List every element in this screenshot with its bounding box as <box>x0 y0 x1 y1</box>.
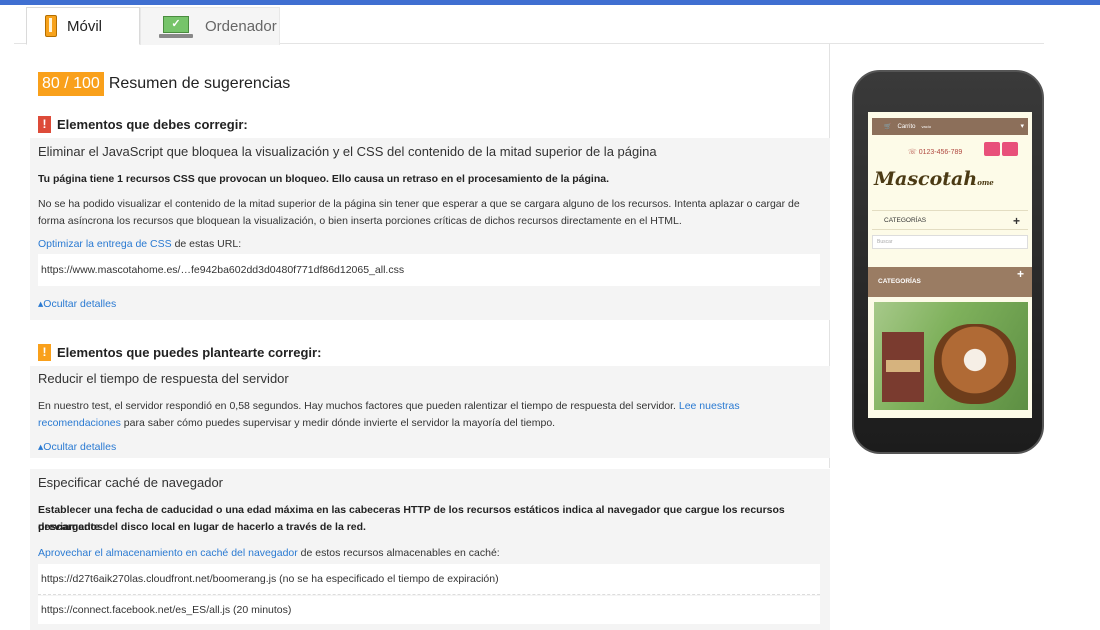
chat-icon <box>984 142 1000 156</box>
dog-food-bag-image <box>882 332 924 402</box>
rule-link-row: Optimizar la entrega de CSS de estas URL… <box>38 236 241 253</box>
preview-logo-main: Mascota <box>874 168 964 190</box>
cache-url-2: https://connect.facebook.net/es_ES/all.j… <box>38 596 820 624</box>
rule-title-cache: Especificar caché de navegador <box>38 475 224 490</box>
warning-orange-icon: ! <box>38 344 51 361</box>
user-icon <box>1002 142 1018 156</box>
rule-block-server-response: Reducir el tiempo de respuesta del servi… <box>30 366 830 458</box>
server-desc: En nuestro test, el servidor respondió e… <box>38 398 818 432</box>
boxer-dog-image <box>934 324 1016 404</box>
rule-desc-line1: No se ha podido visualizar el contenido … <box>38 198 800 210</box>
preview-search-field: Buscar <box>872 235 1028 249</box>
preview-logo-h: h <box>963 168 978 190</box>
rule-block-browser-cache: Especificar caché de navegador Establece… <box>30 468 830 630</box>
cache-summary-line2: previamente del disco local en lugar de … <box>38 521 366 533</box>
leverage-cache-link[interactable]: Aprovechar el almacenamiento en caché de… <box>38 547 298 559</box>
results-panel: 80 / 100 Resumen de sugerencias ! Elemen… <box>30 44 830 630</box>
score-badge: 80 / 100 <box>38 72 104 96</box>
server-desc-suffix: para saber cómo puedes supervisar y medi… <box>120 417 556 429</box>
preview-cart-label: Carrito <box>897 123 916 130</box>
consider-fix-heading-text: Elementos que puedes plantearte corregir… <box>57 345 322 360</box>
must-fix-heading: ! Elementos que debes corregir: <box>38 116 248 133</box>
rule-title: Eliminar el JavaScript que bloquea la vi… <box>38 144 657 159</box>
caret-down-icon: ▾ <box>1020 123 1024 130</box>
hide-details-link[interactable]: ▴Ocultar detalles <box>38 298 116 310</box>
rule-block-render-blocking: Eliminar el JavaScript que bloquea la vi… <box>30 138 830 320</box>
cache-link-row: Aprovechar el almacenamiento en caché de… <box>38 545 500 562</box>
phone-screen-preview: 🛒 Carrito vacío ▾ ☏ 0123-456-789 Mascota… <box>868 112 1032 418</box>
top-accent-bar <box>0 0 1100 5</box>
score-row: 80 / 100 Resumen de sugerencias <box>38 72 290 96</box>
device-tabs: Móvil ✓ Ordenador <box>14 7 1044 45</box>
preview-phone-text: 0123-456-789 <box>918 149 963 156</box>
hide-details-link-2[interactable]: ▴Ocultar detalles <box>38 441 116 453</box>
phone-frame: 🛒 Carrito vacío ▾ ☏ 0123-456-789 Mascota… <box>852 70 1044 454</box>
preview-cart-state: vacío <box>921 124 932 129</box>
hide-details-text: Ocultar detalles <box>43 298 117 310</box>
rule-summary: Tu página tiene 1 recursos CSS que provo… <box>38 173 610 185</box>
resource-url: https://www.mascotahome.es/…fe942ba602dd… <box>38 254 820 286</box>
cache-link-suffix: de estos recursos almacenables en caché: <box>297 547 500 559</box>
preview-categories-label: CATEGORÍAS <box>884 217 927 224</box>
tab-desktop[interactable]: ✓ Ordenador <box>140 7 280 45</box>
score-title: Resumen de sugerencias <box>108 75 291 92</box>
plus-icon-2: + <box>1016 267 1024 281</box>
laptop-icon: ✓ <box>159 15 193 38</box>
rule-title-server: Reducir el tiempo de respuesta del servi… <box>38 371 289 386</box>
phone-handset-icon: ☏ <box>908 149 919 156</box>
cart-icon: 🛒 <box>884 124 892 130</box>
preview-logo: Mascotahome <box>874 168 994 190</box>
cache-url-1: https://d27t6aik270las.cloudfront.net/bo… <box>38 564 820 595</box>
tab-desktop-label: Ordenador <box>205 18 277 35</box>
tab-mobile[interactable]: Móvil <box>26 7 140 45</box>
hide-details-text-2: Ocultar detalles <box>43 441 117 453</box>
preview-logo-end: ome <box>977 178 994 187</box>
warning-red-icon: ! <box>38 116 51 133</box>
consider-fix-heading: ! Elementos que puedes plantearte correg… <box>38 344 321 361</box>
tab-mobile-label: Móvil <box>67 17 103 35</box>
preview-dog-banner-image <box>874 302 1028 410</box>
read-recommendations-link-2[interactable]: recomendaciones <box>38 417 121 429</box>
must-fix-heading-text: Elementos que debes corregir: <box>57 117 248 132</box>
rule-link-suffix: de estas URL: <box>171 238 242 250</box>
mobile-phone-icon <box>45 15 57 37</box>
preview-cart-bar: 🛒 Carrito vacío ▾ <box>872 118 1028 135</box>
read-recommendations-link-1[interactable]: Lee nuestras <box>679 400 740 412</box>
rule-desc-line2: forma asíncrona los recursos que bloquea… <box>38 215 682 227</box>
preview-phone-number: ☏ 0123-456-789 <box>908 148 962 156</box>
preview-panel: 🛒 Carrito vacío ▾ ☏ 0123-456-789 Mascota… <box>830 44 1100 630</box>
optimize-css-link[interactable]: Optimizar la entrega de CSS <box>38 238 172 250</box>
preview-categories2-label: CATEGORÍAS <box>878 278 921 285</box>
preview-categories-bar: CATEGORÍAS + <box>872 210 1028 230</box>
server-desc-prefix: En nuestro test, el servidor respondió e… <box>38 400 679 412</box>
plus-icon: + <box>1012 214 1020 228</box>
preview-categories-header: CATEGORÍAS + <box>868 267 1032 297</box>
